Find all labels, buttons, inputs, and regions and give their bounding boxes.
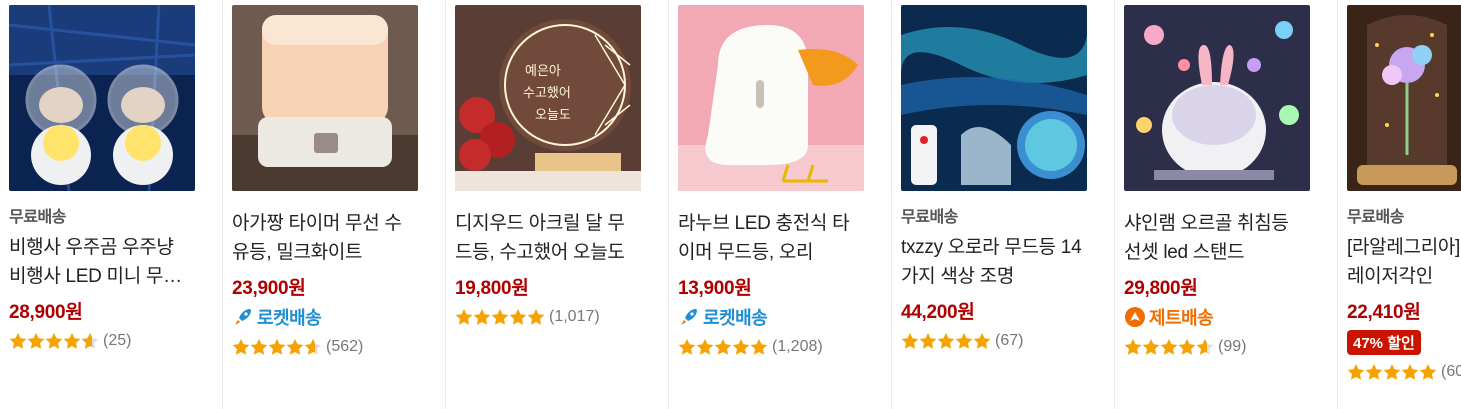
jet-icon (1125, 307, 1145, 327)
rating: (562) (232, 338, 427, 356)
jet-delivery-badge: 제트배송 (1124, 304, 1319, 330)
product-card[interactable]: 샤인램 오르골 취침등 선셋 led 스탠드 29,800원 제트배송 (99) (1115, 0, 1338, 409)
milk-lamp-image (232, 5, 418, 191)
review-count: (60 (1441, 363, 1461, 380)
star-icon (901, 333, 991, 349)
delivery-label: 로켓배송 (703, 308, 768, 328)
star-icon (455, 309, 545, 325)
product-title[interactable]: 비행사 우주곰 우주냥 비행사 LED 미니 무드등 (9, 233, 195, 291)
rocket-icon (235, 309, 251, 325)
rating: (25) (9, 332, 204, 350)
discount-badge: 47% 할인 (1347, 330, 1421, 355)
product-price: 23,900원 (232, 278, 306, 299)
product-card[interactable]: 무료배송 비행사 우주곰 우주냥 비행사 LED 미니 무드등 28,900원 … (0, 0, 223, 409)
product-title[interactable]: 아가짱 타이머 무선 수유등, 밀크화이트 (232, 209, 418, 267)
product-price: 13,900원 (678, 278, 752, 299)
star-icon (1124, 339, 1214, 355)
product-title[interactable]: 샤인램 오르골 취침등 선셋 led 스탠드 (1124, 209, 1310, 267)
review-count: (25) (103, 332, 132, 349)
review-count: (99) (1218, 338, 1247, 355)
star-icon (678, 339, 768, 355)
review-count: (67) (995, 332, 1024, 349)
delivery-label: 제트배송 (1149, 308, 1214, 328)
delivery-label: 로켓배송 (257, 308, 322, 328)
rating: (99) (1124, 338, 1319, 356)
product-price: 19,800원 (455, 278, 529, 299)
product-carousel: 무료배송 비행사 우주곰 우주냥 비행사 LED 미니 무드등 28,900원 … (0, 0, 1461, 409)
product-card[interactable]: 예은아 수고했어 오늘도 디지우드 아크릴 달 무드등, 수고했어 오늘도 19… (446, 0, 669, 409)
product-image[interactable]: 예은아 수고했어 오늘도 (455, 5, 641, 191)
free-shipping-label: 무료배송 (9, 209, 66, 226)
product-image[interactable] (901, 5, 1087, 191)
rating: (67) (901, 332, 1096, 350)
product-price: 28,900원 (9, 302, 83, 323)
svg-text:예은아: 예은아 (525, 64, 561, 79)
astronaut-bear-image (9, 5, 195, 191)
product-price: 22,410원 (1347, 302, 1421, 323)
rating: (60 (1347, 363, 1461, 381)
review-count: (1,017) (549, 308, 600, 325)
product-card[interactable]: 무료배송 txzzy 오로라 무드등 14가지 색상 조명 44,200원 (6… (892, 0, 1115, 409)
rocket-delivery-badge: 로켓배송 (678, 304, 873, 330)
rocket-delivery-badge: 로켓배송 (232, 304, 427, 330)
product-price: 29,800원 (1124, 278, 1198, 299)
review-count: (1,208) (772, 338, 823, 355)
star-icon (1347, 364, 1437, 380)
product-title[interactable]: [라알레그리아] 무료레이저각인 (1347, 233, 1461, 291)
rating: (1,208) (678, 338, 873, 356)
product-image[interactable] (678, 5, 864, 191)
star-icon (232, 339, 322, 355)
music-box-lamp-image (1124, 5, 1310, 191)
duck-lamp-image (678, 5, 864, 191)
glass-rose-lamp-image (1347, 5, 1461, 191)
product-price: 44,200원 (901, 302, 975, 323)
svg-text:수고했어: 수고했어 (523, 85, 571, 101)
aurora-projector-image (901, 5, 1087, 191)
product-image[interactable] (232, 5, 418, 191)
product-image[interactable] (1124, 5, 1310, 191)
product-title[interactable]: txzzy 오로라 무드등 14가지 색상 조명 (901, 233, 1087, 291)
review-count: (562) (326, 338, 364, 355)
product-card[interactable]: 라누브 LED 충전식 타이머 무드등, 오리 13,900원 로켓배송 (1,… (669, 0, 892, 409)
product-title[interactable]: 라누브 LED 충전식 타이머 무드등, 오리 (678, 209, 864, 267)
rating: (1,017) (455, 308, 650, 326)
product-image[interactable] (9, 5, 195, 191)
free-shipping-label: 무료배송 (1347, 209, 1404, 226)
product-image[interactable] (1347, 5, 1461, 191)
svg-text:오늘도: 오늘도 (535, 108, 571, 123)
star-icon (9, 333, 99, 349)
product-card[interactable]: 아가짱 타이머 무선 수유등, 밀크화이트 23,900원 로켓배송 (562) (223, 0, 446, 409)
free-shipping-label: 무료배송 (901, 209, 958, 226)
acrylic-moon-lamp-image: 예은아 수고했어 오늘도 (455, 5, 641, 191)
product-card[interactable]: 무료배송 [라알레그리아] 무료레이저각인 22,410원 47% 할인 (60 (1338, 0, 1461, 409)
rocket-icon (681, 309, 697, 325)
product-title[interactable]: 디지우드 아크릴 달 무드등, 수고했어 오늘도 (455, 209, 641, 267)
